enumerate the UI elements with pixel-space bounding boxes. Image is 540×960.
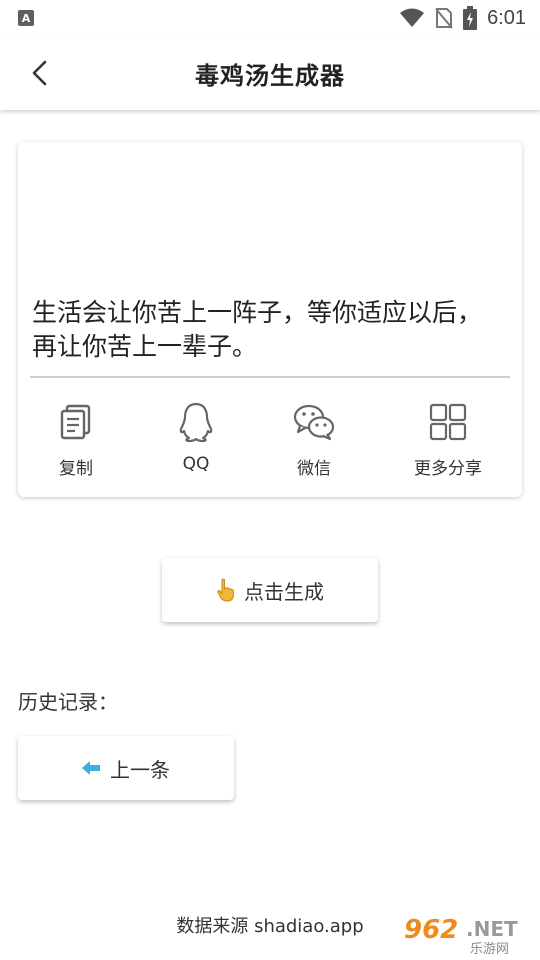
svg-text:962: 962 <box>404 915 458 945</box>
battery-charging-icon <box>463 6 478 30</box>
app-bar: 毒鸡汤生成器 <box>0 36 540 110</box>
page-title: 毒鸡汤生成器 <box>195 61 345 90</box>
qq-icon <box>174 400 218 444</box>
svg-text:.NET: .NET <box>466 917 518 941</box>
share-qq-label: QQ <box>182 454 210 474</box>
share-copy-label: 复制 <box>59 459 93 479</box>
back-arrow-icon <box>32 60 47 86</box>
wifi-icon <box>400 8 425 27</box>
divider <box>30 376 510 378</box>
notification-a-icon: A <box>18 10 34 26</box>
share-wechat-button[interactable]: 微信 <box>292 400 336 479</box>
pointing-hand-icon <box>217 578 234 602</box>
share-more-label: 更多分享 <box>414 459 482 479</box>
svg-text:乐游网: 乐游网 <box>470 942 509 956</box>
quote-card: 生活会让你苦上一阵子，等你适应以后，再让你苦上一辈子。 复制 QQ 微信 更多分… <box>18 142 522 497</box>
status-bar: A 6:01 <box>0 0 540 36</box>
share-wechat-label: 微信 <box>297 459 331 479</box>
quote-text: 生活会让你苦上一阵子，等你适应以后，再让你苦上一辈子。 <box>32 298 483 361</box>
left-arrow-icon <box>82 761 100 775</box>
generate-button[interactable]: 点击生成 <box>162 558 378 622</box>
share-copy-button[interactable]: 复制 <box>54 400 98 479</box>
previous-label: 上一条 <box>110 757 170 782</box>
share-qq-button[interactable]: QQ <box>174 400 218 474</box>
wechat-icon <box>292 400 336 444</box>
no-sim-icon <box>435 8 453 29</box>
back-button[interactable] <box>22 56 56 90</box>
watermark-logo: 962 .NET 乐游网 <box>400 912 536 956</box>
grid-icon <box>426 400 470 444</box>
share-row: 复制 QQ 微信 更多分享 <box>18 400 522 480</box>
history-label: 历史记录： <box>18 690 118 714</box>
previous-button[interactable]: 上一条 <box>18 736 234 800</box>
generate-label: 点击生成 <box>244 579 324 604</box>
copy-icon <box>54 400 98 444</box>
share-more-button[interactable]: 更多分享 <box>412 400 484 479</box>
status-time: 6:01 <box>487 6 526 29</box>
